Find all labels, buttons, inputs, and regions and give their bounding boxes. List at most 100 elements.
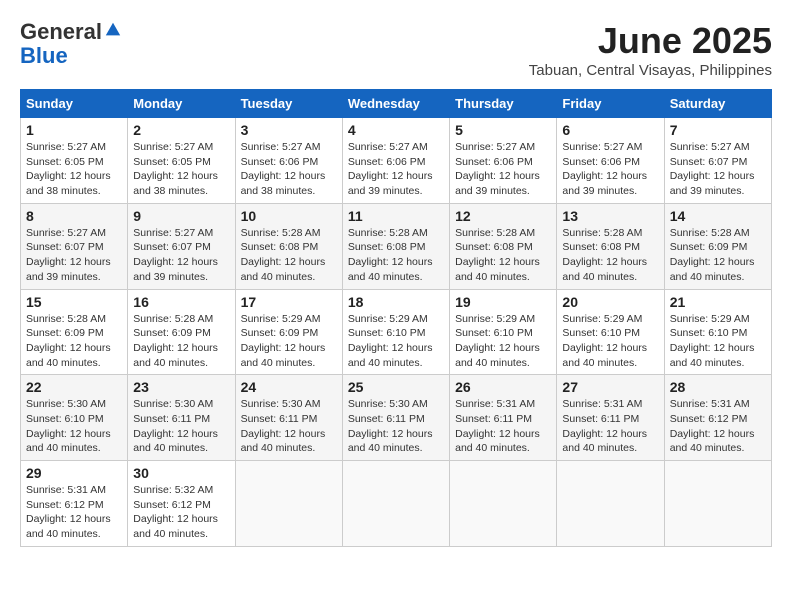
- empty-cell: [235, 461, 342, 547]
- table-row: 21 Sunrise: 5:29 AM Sunset: 6:10 PM Dayl…: [664, 289, 771, 375]
- day-info: Sunrise: 5:27 AM Sunset: 6:05 PM Dayligh…: [133, 140, 229, 199]
- day-number: 7: [670, 122, 766, 138]
- day-number: 17: [241, 294, 337, 310]
- col-thursday: Thursday: [450, 90, 557, 118]
- table-row: 11 Sunrise: 5:28 AM Sunset: 6:08 PM Dayl…: [342, 203, 449, 289]
- day-number: 1: [26, 122, 122, 138]
- table-row: 25 Sunrise: 5:30 AM Sunset: 6:11 PM Dayl…: [342, 375, 449, 461]
- day-number: 28: [670, 379, 766, 395]
- day-info: Sunrise: 5:27 AM Sunset: 6:06 PM Dayligh…: [455, 140, 551, 199]
- table-row: 29 Sunrise: 5:31 AM Sunset: 6:12 PM Dayl…: [21, 461, 128, 547]
- day-info: Sunrise: 5:27 AM Sunset: 6:07 PM Dayligh…: [133, 226, 229, 285]
- empty-cell: [342, 461, 449, 547]
- day-number: 11: [348, 208, 444, 224]
- calendar-table: Sunday Monday Tuesday Wednesday Thursday…: [20, 89, 772, 547]
- day-number: 26: [455, 379, 551, 395]
- day-info: Sunrise: 5:31 AM Sunset: 6:11 PM Dayligh…: [455, 397, 551, 456]
- day-info: Sunrise: 5:27 AM Sunset: 6:07 PM Dayligh…: [670, 140, 766, 199]
- day-number: 12: [455, 208, 551, 224]
- table-row: 4 Sunrise: 5:27 AM Sunset: 6:06 PM Dayli…: [342, 118, 449, 204]
- day-number: 15: [26, 294, 122, 310]
- day-info: Sunrise: 5:27 AM Sunset: 6:05 PM Dayligh…: [26, 140, 122, 199]
- day-number: 4: [348, 122, 444, 138]
- col-tuesday: Tuesday: [235, 90, 342, 118]
- day-info: Sunrise: 5:28 AM Sunset: 6:09 PM Dayligh…: [670, 226, 766, 285]
- page-header: General Blue June 2025 Tabuan, Central V…: [20, 20, 772, 79]
- day-number: 20: [562, 294, 658, 310]
- table-row: 5 Sunrise: 5:27 AM Sunset: 6:06 PM Dayli…: [450, 118, 557, 204]
- day-info: Sunrise: 5:27 AM Sunset: 6:07 PM Dayligh…: [26, 226, 122, 285]
- table-row: 6 Sunrise: 5:27 AM Sunset: 6:06 PM Dayli…: [557, 118, 664, 204]
- calendar-week-row: 15 Sunrise: 5:28 AM Sunset: 6:09 PM Dayl…: [21, 289, 772, 375]
- day-info: Sunrise: 5:29 AM Sunset: 6:09 PM Dayligh…: [241, 312, 337, 371]
- day-info: Sunrise: 5:28 AM Sunset: 6:08 PM Dayligh…: [348, 226, 444, 285]
- table-row: 12 Sunrise: 5:28 AM Sunset: 6:08 PM Dayl…: [450, 203, 557, 289]
- day-info: Sunrise: 5:28 AM Sunset: 6:09 PM Dayligh…: [26, 312, 122, 371]
- day-info: Sunrise: 5:32 AM Sunset: 6:12 PM Dayligh…: [133, 483, 229, 542]
- day-info: Sunrise: 5:28 AM Sunset: 6:08 PM Dayligh…: [241, 226, 337, 285]
- table-row: 13 Sunrise: 5:28 AM Sunset: 6:08 PM Dayl…: [557, 203, 664, 289]
- table-row: 16 Sunrise: 5:28 AM Sunset: 6:09 PM Dayl…: [128, 289, 235, 375]
- day-number: 24: [241, 379, 337, 395]
- logo: General Blue: [20, 20, 122, 68]
- table-row: 23 Sunrise: 5:30 AM Sunset: 6:11 PM Dayl…: [128, 375, 235, 461]
- day-number: 2: [133, 122, 229, 138]
- day-number: 27: [562, 379, 658, 395]
- day-info: Sunrise: 5:28 AM Sunset: 6:08 PM Dayligh…: [562, 226, 658, 285]
- day-info: Sunrise: 5:31 AM Sunset: 6:11 PM Dayligh…: [562, 397, 658, 456]
- calendar-week-row: 8 Sunrise: 5:27 AM Sunset: 6:07 PM Dayli…: [21, 203, 772, 289]
- day-number: 21: [670, 294, 766, 310]
- table-row: 20 Sunrise: 5:29 AM Sunset: 6:10 PM Dayl…: [557, 289, 664, 375]
- day-info: Sunrise: 5:27 AM Sunset: 6:06 PM Dayligh…: [241, 140, 337, 199]
- day-number: 18: [348, 294, 444, 310]
- col-sunday: Sunday: [21, 90, 128, 118]
- calendar-week-row: 29 Sunrise: 5:31 AM Sunset: 6:12 PM Dayl…: [21, 461, 772, 547]
- title-area: June 2025 Tabuan, Central Visayas, Phili…: [529, 20, 772, 79]
- logo-icon: [104, 21, 122, 39]
- table-row: 9 Sunrise: 5:27 AM Sunset: 6:07 PM Dayli…: [128, 203, 235, 289]
- day-info: Sunrise: 5:29 AM Sunset: 6:10 PM Dayligh…: [562, 312, 658, 371]
- day-info: Sunrise: 5:28 AM Sunset: 6:08 PM Dayligh…: [455, 226, 551, 285]
- table-row: 27 Sunrise: 5:31 AM Sunset: 6:11 PM Dayl…: [557, 375, 664, 461]
- logo-blue: Blue: [20, 43, 68, 68]
- table-row: 19 Sunrise: 5:29 AM Sunset: 6:10 PM Dayl…: [450, 289, 557, 375]
- day-number: 22: [26, 379, 122, 395]
- table-row: 15 Sunrise: 5:28 AM Sunset: 6:09 PM Dayl…: [21, 289, 128, 375]
- day-number: 13: [562, 208, 658, 224]
- empty-cell: [557, 461, 664, 547]
- day-number: 25: [348, 379, 444, 395]
- day-info: Sunrise: 5:28 AM Sunset: 6:09 PM Dayligh…: [133, 312, 229, 371]
- day-info: Sunrise: 5:27 AM Sunset: 6:06 PM Dayligh…: [562, 140, 658, 199]
- day-info: Sunrise: 5:29 AM Sunset: 6:10 PM Dayligh…: [670, 312, 766, 371]
- col-monday: Monday: [128, 90, 235, 118]
- table-row: 2 Sunrise: 5:27 AM Sunset: 6:05 PM Dayli…: [128, 118, 235, 204]
- location-title: Tabuan, Central Visayas, Philippines: [529, 62, 772, 79]
- table-row: 7 Sunrise: 5:27 AM Sunset: 6:07 PM Dayli…: [664, 118, 771, 204]
- day-number: 9: [133, 208, 229, 224]
- day-number: 8: [26, 208, 122, 224]
- day-number: 14: [670, 208, 766, 224]
- day-info: Sunrise: 5:27 AM Sunset: 6:06 PM Dayligh…: [348, 140, 444, 199]
- day-info: Sunrise: 5:29 AM Sunset: 6:10 PM Dayligh…: [455, 312, 551, 371]
- calendar-week-row: 1 Sunrise: 5:27 AM Sunset: 6:05 PM Dayli…: [21, 118, 772, 204]
- table-row: 1 Sunrise: 5:27 AM Sunset: 6:05 PM Dayli…: [21, 118, 128, 204]
- day-info: Sunrise: 5:30 AM Sunset: 6:10 PM Dayligh…: [26, 397, 122, 456]
- table-row: 24 Sunrise: 5:30 AM Sunset: 6:11 PM Dayl…: [235, 375, 342, 461]
- day-info: Sunrise: 5:30 AM Sunset: 6:11 PM Dayligh…: [348, 397, 444, 456]
- day-info: Sunrise: 5:30 AM Sunset: 6:11 PM Dayligh…: [133, 397, 229, 456]
- day-info: Sunrise: 5:31 AM Sunset: 6:12 PM Dayligh…: [670, 397, 766, 456]
- table-row: 17 Sunrise: 5:29 AM Sunset: 6:09 PM Dayl…: [235, 289, 342, 375]
- col-wednesday: Wednesday: [342, 90, 449, 118]
- table-row: 14 Sunrise: 5:28 AM Sunset: 6:09 PM Dayl…: [664, 203, 771, 289]
- col-friday: Friday: [557, 90, 664, 118]
- table-row: 30 Sunrise: 5:32 AM Sunset: 6:12 PM Dayl…: [128, 461, 235, 547]
- day-number: 3: [241, 122, 337, 138]
- day-number: 5: [455, 122, 551, 138]
- day-info: Sunrise: 5:29 AM Sunset: 6:10 PM Dayligh…: [348, 312, 444, 371]
- col-saturday: Saturday: [664, 90, 771, 118]
- logo-general: General: [20, 19, 102, 44]
- calendar-week-row: 22 Sunrise: 5:30 AM Sunset: 6:10 PM Dayl…: [21, 375, 772, 461]
- day-info: Sunrise: 5:30 AM Sunset: 6:11 PM Dayligh…: [241, 397, 337, 456]
- table-row: 10 Sunrise: 5:28 AM Sunset: 6:08 PM Dayl…: [235, 203, 342, 289]
- table-row: 22 Sunrise: 5:30 AM Sunset: 6:10 PM Dayl…: [21, 375, 128, 461]
